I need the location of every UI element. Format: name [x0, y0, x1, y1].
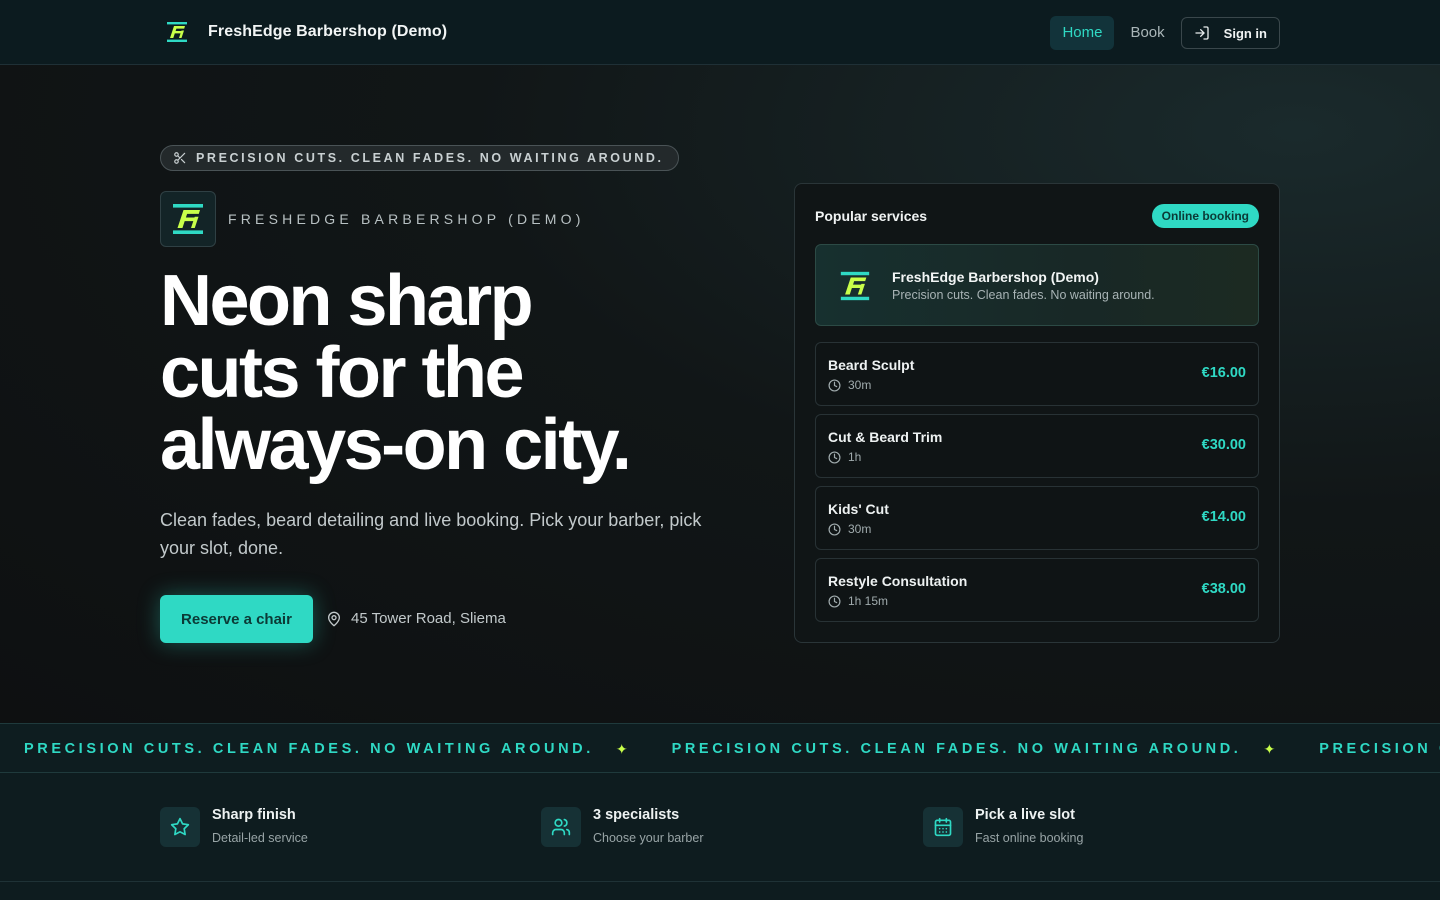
- feature-item: Sharp finish Detail-led service: [160, 807, 308, 847]
- shop-banner: FreshEdge Barbershop (Demo) Precision cu…: [815, 244, 1259, 326]
- clock-icon: [828, 522, 841, 536]
- features-strip: Sharp finish Detail-led service 3 specia…: [0, 773, 1440, 900]
- sign-in-label: Sign in: [1223, 25, 1267, 41]
- marquee-item: PRECISION CUTS. CLEAN FADES. NO WAITING …: [671, 741, 1242, 757]
- service-price: €14.00: [1201, 509, 1246, 525]
- nav-home-link[interactable]: Home: [1050, 16, 1115, 50]
- service-duration-text: 1h: [848, 450, 862, 464]
- marquee-item: PRECISION CUTS. CLEAN FADES. NO WAITING …: [1319, 741, 1440, 757]
- service-item[interactable]: Cut & Beard Trim 1h €30.00: [815, 414, 1259, 478]
- reserve-chair-button[interactable]: Reserve a chair: [160, 595, 313, 643]
- clock-icon: [828, 450, 841, 464]
- shop-name: FreshEdge Barbershop (Demo): [892, 269, 1099, 285]
- tagline-marquee: PRECISION CUTS. CLEAN FADES. NO WAITING …: [0, 723, 1440, 773]
- hero-title-line-1: Neon sharp: [160, 261, 534, 341]
- sign-in-icon: [1194, 26, 1209, 40]
- feature-title: 3 specialists: [593, 807, 680, 823]
- feature-title: Pick a live slot: [975, 807, 1075, 823]
- feature-subtitle: Choose your barber: [593, 831, 704, 845]
- users-icon: [541, 807, 581, 847]
- sparkle-icon: ✦: [615, 740, 628, 757]
- hero-brand-label: FRESHEDGE BARBERSHOP (DEMO): [228, 211, 585, 227]
- service-duration-text: 1h 15m: [848, 594, 889, 608]
- clock-icon: [828, 378, 841, 392]
- service-name: Cut & Beard Trim: [828, 429, 943, 445]
- popular-services-card: Popular services Online booking FreshEdg…: [794, 183, 1280, 643]
- service-duration: 1h 15m: [828, 594, 888, 608]
- service-duration-text: 30m: [848, 522, 872, 536]
- address-text: 45 Tower Road, Sliema: [351, 610, 506, 627]
- calendar-icon: [923, 807, 963, 847]
- freshedge-logo-icon: [167, 22, 187, 42]
- marquee-item: PRECISION CUTS. CLEAN FADES. NO WAITING …: [24, 741, 594, 757]
- feature-item: Pick a live slot Fast online booking: [923, 807, 1083, 847]
- marquee-track: PRECISION CUTS. CLEAN FADES. NO WAITING …: [24, 724, 1440, 772]
- service-duration-text: 30m: [848, 378, 872, 392]
- hero-title-line-2: cuts for the: [160, 333, 525, 413]
- nav-book-link[interactable]: Book: [1118, 16, 1176, 50]
- tagline-pill: PRECISION CUTS. CLEAN FADES. NO WAITING …: [160, 145, 679, 171]
- freshedge-logo-icon: [173, 204, 203, 234]
- divider: [0, 881, 1440, 882]
- brand-link[interactable]: FreshEdge Barbershop (Demo): [165, 20, 447, 44]
- brand-name: FreshEdge Barbershop (Demo): [208, 23, 448, 40]
- star-icon: [160, 807, 200, 847]
- service-duration: 1h: [828, 450, 861, 464]
- clock-icon: [828, 594, 841, 608]
- service-price: €38.00: [1201, 581, 1246, 597]
- service-item[interactable]: Beard Sculpt 30m €16.00: [815, 342, 1259, 406]
- service-name: Beard Sculpt: [828, 357, 915, 373]
- main-nav: Home Book Sign in: [1050, 16, 1280, 50]
- hero-title-line-3: always-on city.: [160, 405, 632, 485]
- service-duration: 30m: [828, 522, 871, 536]
- service-price: €16.00: [1201, 365, 1246, 381]
- online-booking-badge: Online booking: [1151, 204, 1259, 228]
- service-item[interactable]: Restyle Consultation 1h 15m €38.00: [815, 558, 1259, 622]
- top-navbar: FreshEdge Barbershop (Demo) Home Book Si…: [0, 0, 1440, 65]
- shop-address: 45 Tower Road, Sliema: [326, 610, 506, 627]
- feature-subtitle: Detail-led service: [212, 831, 308, 845]
- hero-logo: [160, 191, 216, 247]
- hero-subtitle: Clean fades, beard detailing and live bo…: [160, 510, 702, 558]
- map-pin-icon: [328, 611, 340, 626]
- tagline-text: PRECISION CUTS. CLEAN FADES. NO WAITING …: [196, 151, 664, 165]
- service-name: Restyle Consultation: [828, 573, 968, 589]
- feature-title: Sharp finish: [212, 807, 296, 823]
- feature-subtitle: Fast online booking: [975, 831, 1084, 845]
- hero-section: PRECISION CUTS. CLEAN FADES. NO WAITING …: [0, 65, 1440, 723]
- card-title: Popular services: [815, 208, 928, 224]
- sparkle-icon: ✦: [1263, 740, 1276, 757]
- service-price: €30.00: [1201, 437, 1246, 453]
- feature-item: 3 specialists Choose your barber: [541, 807, 703, 847]
- scissors-icon: [174, 152, 186, 164]
- service-name: Kids' Cut: [828, 501, 889, 517]
- hero-title: Neon sharp cuts for the always-on city.: [160, 265, 760, 481]
- freshedge-logo-icon: [840, 271, 870, 301]
- sign-in-button[interactable]: Sign in: [1180, 17, 1280, 49]
- service-duration: 30m: [828, 378, 871, 392]
- shop-tagline: Precision cuts. Clean fades. No waiting …: [892, 288, 1155, 302]
- hero-brand: FRESHEDGE BARBERSHOP (DEMO): [160, 191, 585, 247]
- service-item[interactable]: Kids' Cut 30m €14.00: [815, 486, 1259, 550]
